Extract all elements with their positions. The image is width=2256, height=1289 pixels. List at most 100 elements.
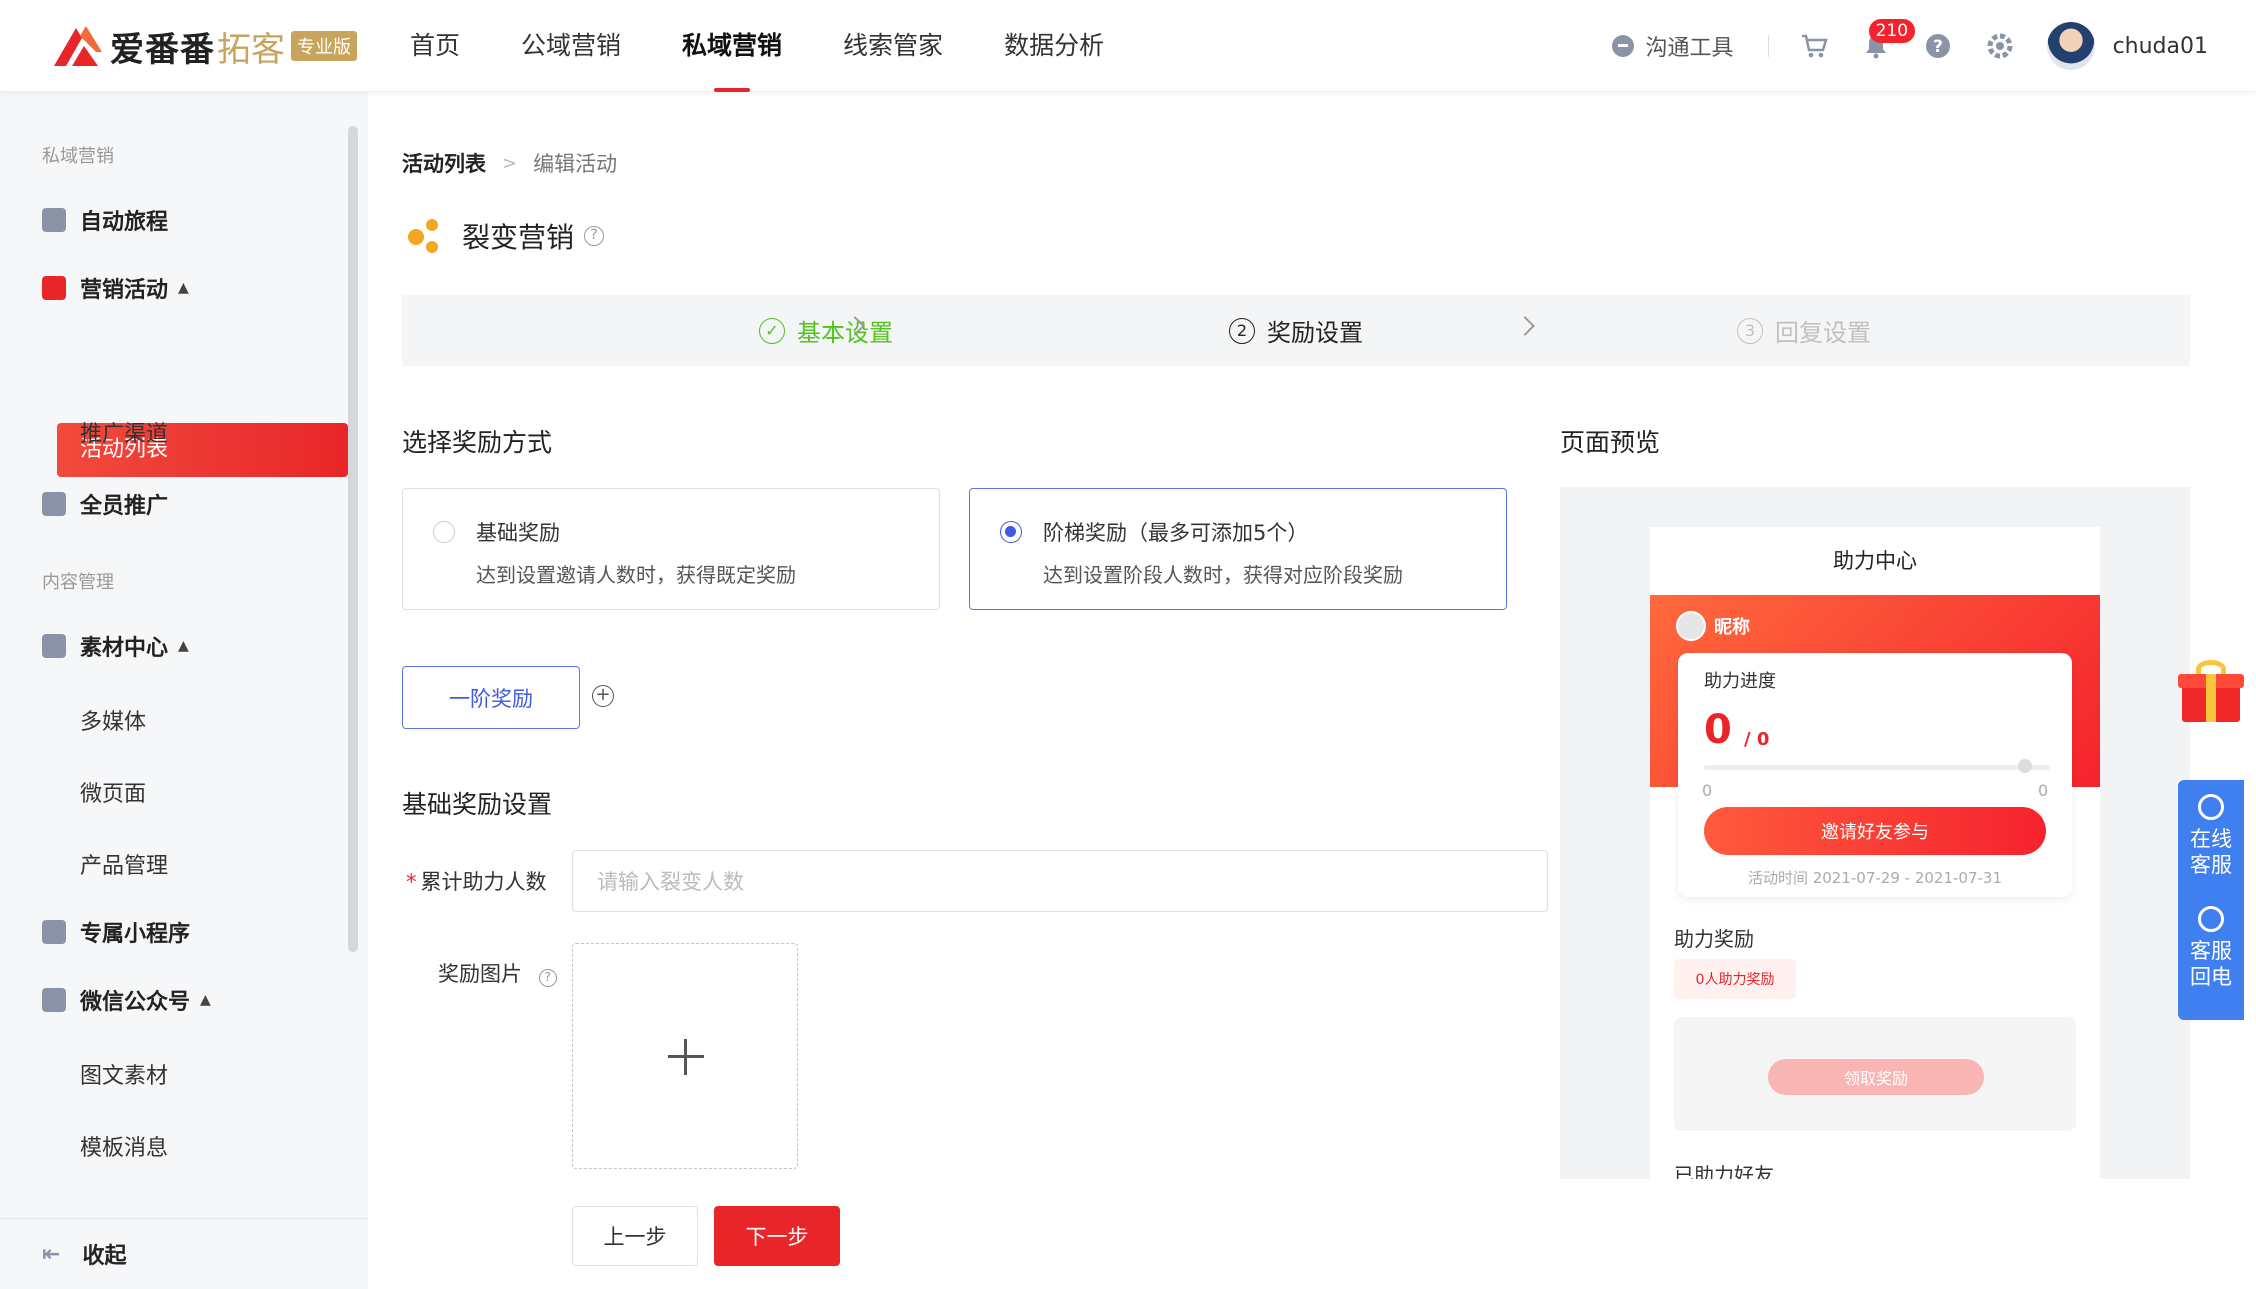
- phone-title: 助力中心: [1833, 549, 1917, 573]
- help-circle-icon[interactable]: ?: [584, 226, 605, 246]
- sidebar-item-staff[interactable]: 全员推广: [42, 484, 168, 524]
- logo-sub: 拓客: [217, 29, 285, 70]
- campaign-icon: [42, 276, 66, 300]
- phone-nickname: 昵称: [1676, 611, 1750, 641]
- gift-icon[interactable]: [2178, 660, 2244, 722]
- range-min: 0: [1702, 781, 1713, 800]
- sidebar-item-label: 营销活动: [80, 278, 169, 303]
- callback-button[interactable]: 客服回电: [2178, 906, 2244, 990]
- sidebar-item-campaign[interactable]: 营销活动 ▲: [42, 268, 189, 308]
- cart-icon[interactable]: [1799, 31, 1829, 61]
- sidebar-item-product[interactable]: 产品管理: [80, 848, 168, 880]
- sidebar-item-material[interactable]: 素材中心 ▲: [42, 626, 189, 666]
- logo[interactable]: 爱番番 拓客 专业版: [50, 22, 357, 70]
- basic-reward-title: 基础奖励设置: [402, 790, 553, 819]
- step-reply[interactable]: 3 回复设置: [1737, 295, 1871, 366]
- radio-tier[interactable]: [1000, 521, 1022, 543]
- preview-panel[interactable]: 助力中心 昵称 助力进度 0 / 0 0 0 邀请好友参与 活动时间 2021-…: [1560, 487, 2190, 1179]
- help-circle-icon[interactable]: ?: [538, 969, 557, 987]
- header-divider: [1767, 35, 1769, 57]
- header-right: 沟通工具 210 ? chuda01: [1611, 0, 2208, 92]
- image-icon: [42, 634, 66, 658]
- page-title-text: 裂变营销: [462, 221, 575, 254]
- online-service-button[interactable]: 在线客服: [2178, 794, 2244, 878]
- caret-up-icon: ▲: [178, 280, 189, 296]
- progress-card: 助力进度 0 / 0 0 0 邀请好友参与 活动时间 2021-07-29 - …: [1678, 653, 2072, 897]
- notification-badge: 210: [1868, 19, 1916, 43]
- step-label: 回复设置: [1775, 319, 1871, 347]
- username[interactable]: chuda01: [2113, 34, 2208, 59]
- sidebar-item-template[interactable]: 模板消息: [80, 1130, 168, 1162]
- nav-data-analysis[interactable]: 数据分析: [1004, 0, 1104, 92]
- sidebar-item-micro-page[interactable]: 微页面: [80, 776, 146, 808]
- sidebar-scrollbar[interactable]: [348, 126, 358, 952]
- callback-label: 客服回电: [2190, 939, 2232, 989]
- option-title: 基础奖励: [476, 521, 560, 545]
- communication-tool[interactable]: 沟通工具: [1611, 30, 1734, 62]
- chat-icon: [1611, 35, 1634, 57]
- range-max: 0: [2038, 781, 2049, 800]
- progress-knob: [2018, 759, 2032, 773]
- logo-name: 爱番番: [110, 29, 215, 70]
- image-label: 奖励图片 ?: [438, 958, 557, 988]
- prev-button[interactable]: 上一步: [572, 1206, 698, 1266]
- sidebar-item-media[interactable]: 多媒体: [80, 704, 146, 736]
- caret-up-icon: ▲: [200, 992, 211, 1008]
- sidebar-item-channel[interactable]: 推广渠道: [80, 416, 168, 448]
- breadcrumb-campaign-list[interactable]: 活动列表: [402, 148, 486, 178]
- tier-one-button[interactable]: 一阶奖励: [402, 666, 580, 729]
- count-label: * 累计助力人数: [406, 866, 547, 896]
- step-basic[interactable]: ✓ 基本设置: [759, 295, 893, 366]
- breadcrumb-edit: 编辑活动: [533, 152, 618, 176]
- image-upload[interactable]: [572, 943, 798, 1169]
- settings-icon[interactable]: [1985, 31, 2015, 61]
- radio-basic[interactable]: [433, 521, 455, 543]
- step-number: 2: [1229, 317, 1255, 344]
- next-button[interactable]: 下一步: [714, 1206, 840, 1266]
- help-icon[interactable]: ?: [1923, 31, 1953, 61]
- nav-lead-manager[interactable]: 线索管家: [843, 0, 943, 92]
- option-tier-reward[interactable]: 阶梯奖励（最多可添加5个） 达到设置阶段人数时，获得对应阶段奖励: [969, 488, 1507, 610]
- friends-section-title: 已助力好友: [1674, 1163, 1774, 1179]
- page-title: 裂变营销 ?: [408, 216, 605, 256]
- progress-label: 助力进度: [1704, 671, 1776, 692]
- option-desc: 达到设置阶段人数时，获得对应阶段奖励: [1043, 563, 1403, 587]
- bell-icon[interactable]: 210: [1861, 19, 1916, 61]
- image-label-text: 奖励图片: [438, 962, 522, 986]
- count-input[interactable]: 请输入裂变人数: [572, 850, 1548, 912]
- sidebar-item-label: 全员推广: [80, 494, 169, 519]
- step-chevron-icon: [1515, 316, 1535, 336]
- progress-value: 0: [1704, 707, 1732, 753]
- sidebar-item-label: 专属小程序: [80, 922, 191, 947]
- add-circle-icon[interactable]: +: [592, 685, 614, 707]
- reward-section-title: 助力奖励: [1674, 927, 1754, 951]
- step-bar: ✓ 基本设置 2 奖励设置 3 回复设置: [402, 295, 2190, 366]
- sidebar-item-wechat[interactable]: 微信公众号 ▲: [42, 980, 211, 1020]
- claim-button: 领取奖励: [1768, 1059, 1984, 1095]
- activity-time: 活动时间 2021-07-29 - 2021-07-31: [1747, 869, 2003, 887]
- headset-icon: [2198, 794, 2224, 820]
- step-reward[interactable]: 2 奖励设置: [1229, 295, 1363, 366]
- nav-public-marketing[interactable]: 公域营销: [521, 0, 621, 92]
- svg-text:?: ?: [1933, 37, 1943, 57]
- main-content: 活动列表 > 编辑活动 裂变营销 ? ✓ 基本设置 2 奖励设置 3 回复设置 …: [368, 92, 2256, 1289]
- sidebar: 私域营销 自动旅程 营销活动 ▲ 活动列表 推广渠道 全员推广 内容管理 素材中…: [0, 92, 368, 1289]
- sidebar-collapse-button[interactable]: ⇤ 收起: [0, 1218, 368, 1289]
- sidebar-item-journey[interactable]: 自动旅程: [42, 200, 168, 240]
- collapse-icon: ⇤: [42, 1241, 61, 1267]
- plus-icon-vertical: [684, 1039, 687, 1075]
- phone-preview: 助力中心 昵称 助力进度 0 / 0 0 0 邀请好友参与 活动时间 2021-…: [1650, 527, 2100, 1179]
- sidebar-item-label: 素材中心: [80, 636, 169, 661]
- nav-home[interactable]: 首页: [410, 0, 460, 92]
- step-check-icon: ✓: [759, 317, 785, 344]
- nav-private-marketing[interactable]: 私域营销: [682, 0, 782, 92]
- reward-method-title: 选择奖励方式: [402, 428, 553, 457]
- avatar[interactable]: [2046, 22, 2095, 70]
- sidebar-item-mini-program[interactable]: 专属小程序: [42, 912, 190, 952]
- invite-button: 邀请好友参与: [1704, 807, 2046, 855]
- option-basic-reward[interactable]: 基础奖励 达到设置邀请人数时，获得既定奖励: [402, 488, 940, 610]
- collapse-label: 收起: [82, 1244, 127, 1269]
- required-mark: *: [406, 870, 417, 894]
- sidebar-item-article[interactable]: 图文素材: [80, 1058, 168, 1090]
- nickname-text: 昵称: [1714, 617, 1750, 638]
